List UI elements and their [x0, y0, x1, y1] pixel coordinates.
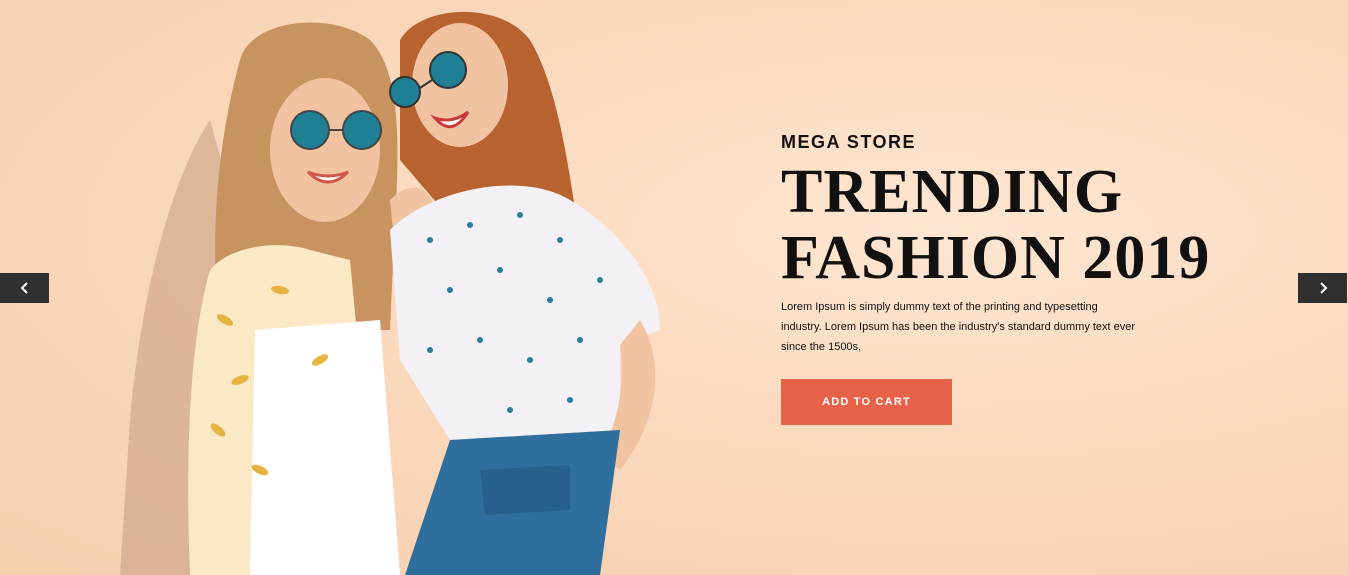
hero-eyebrow: MEGA STORE — [781, 132, 917, 152]
hero-content: MEGA STORE TRENDING FASHION 2019 Lorem I… — [781, 131, 1211, 357]
hero-title-line-2: FASHION 2019 — [781, 224, 1211, 292]
slider-next-button[interactable] — [1298, 273, 1347, 303]
hero-title-line-1: TRENDING — [781, 158, 1124, 226]
chevron-right-icon — [1319, 282, 1327, 294]
add-to-cart-button[interactable]: ADD TO CART — [781, 379, 952, 425]
hero-title: TRENDING FASHION 2019 — [781, 159, 1211, 291]
hero-description: Lorem Ipsum is simply dummy text of the … — [781, 301, 1136, 353]
slider-prev-button[interactable] — [0, 273, 49, 303]
chevron-left-icon — [20, 282, 28, 294]
hero-slider: MEGA STORE TRENDING FASHION 2019 Lorem I… — [0, 0, 1348, 575]
hero-image — [120, 11, 660, 575]
